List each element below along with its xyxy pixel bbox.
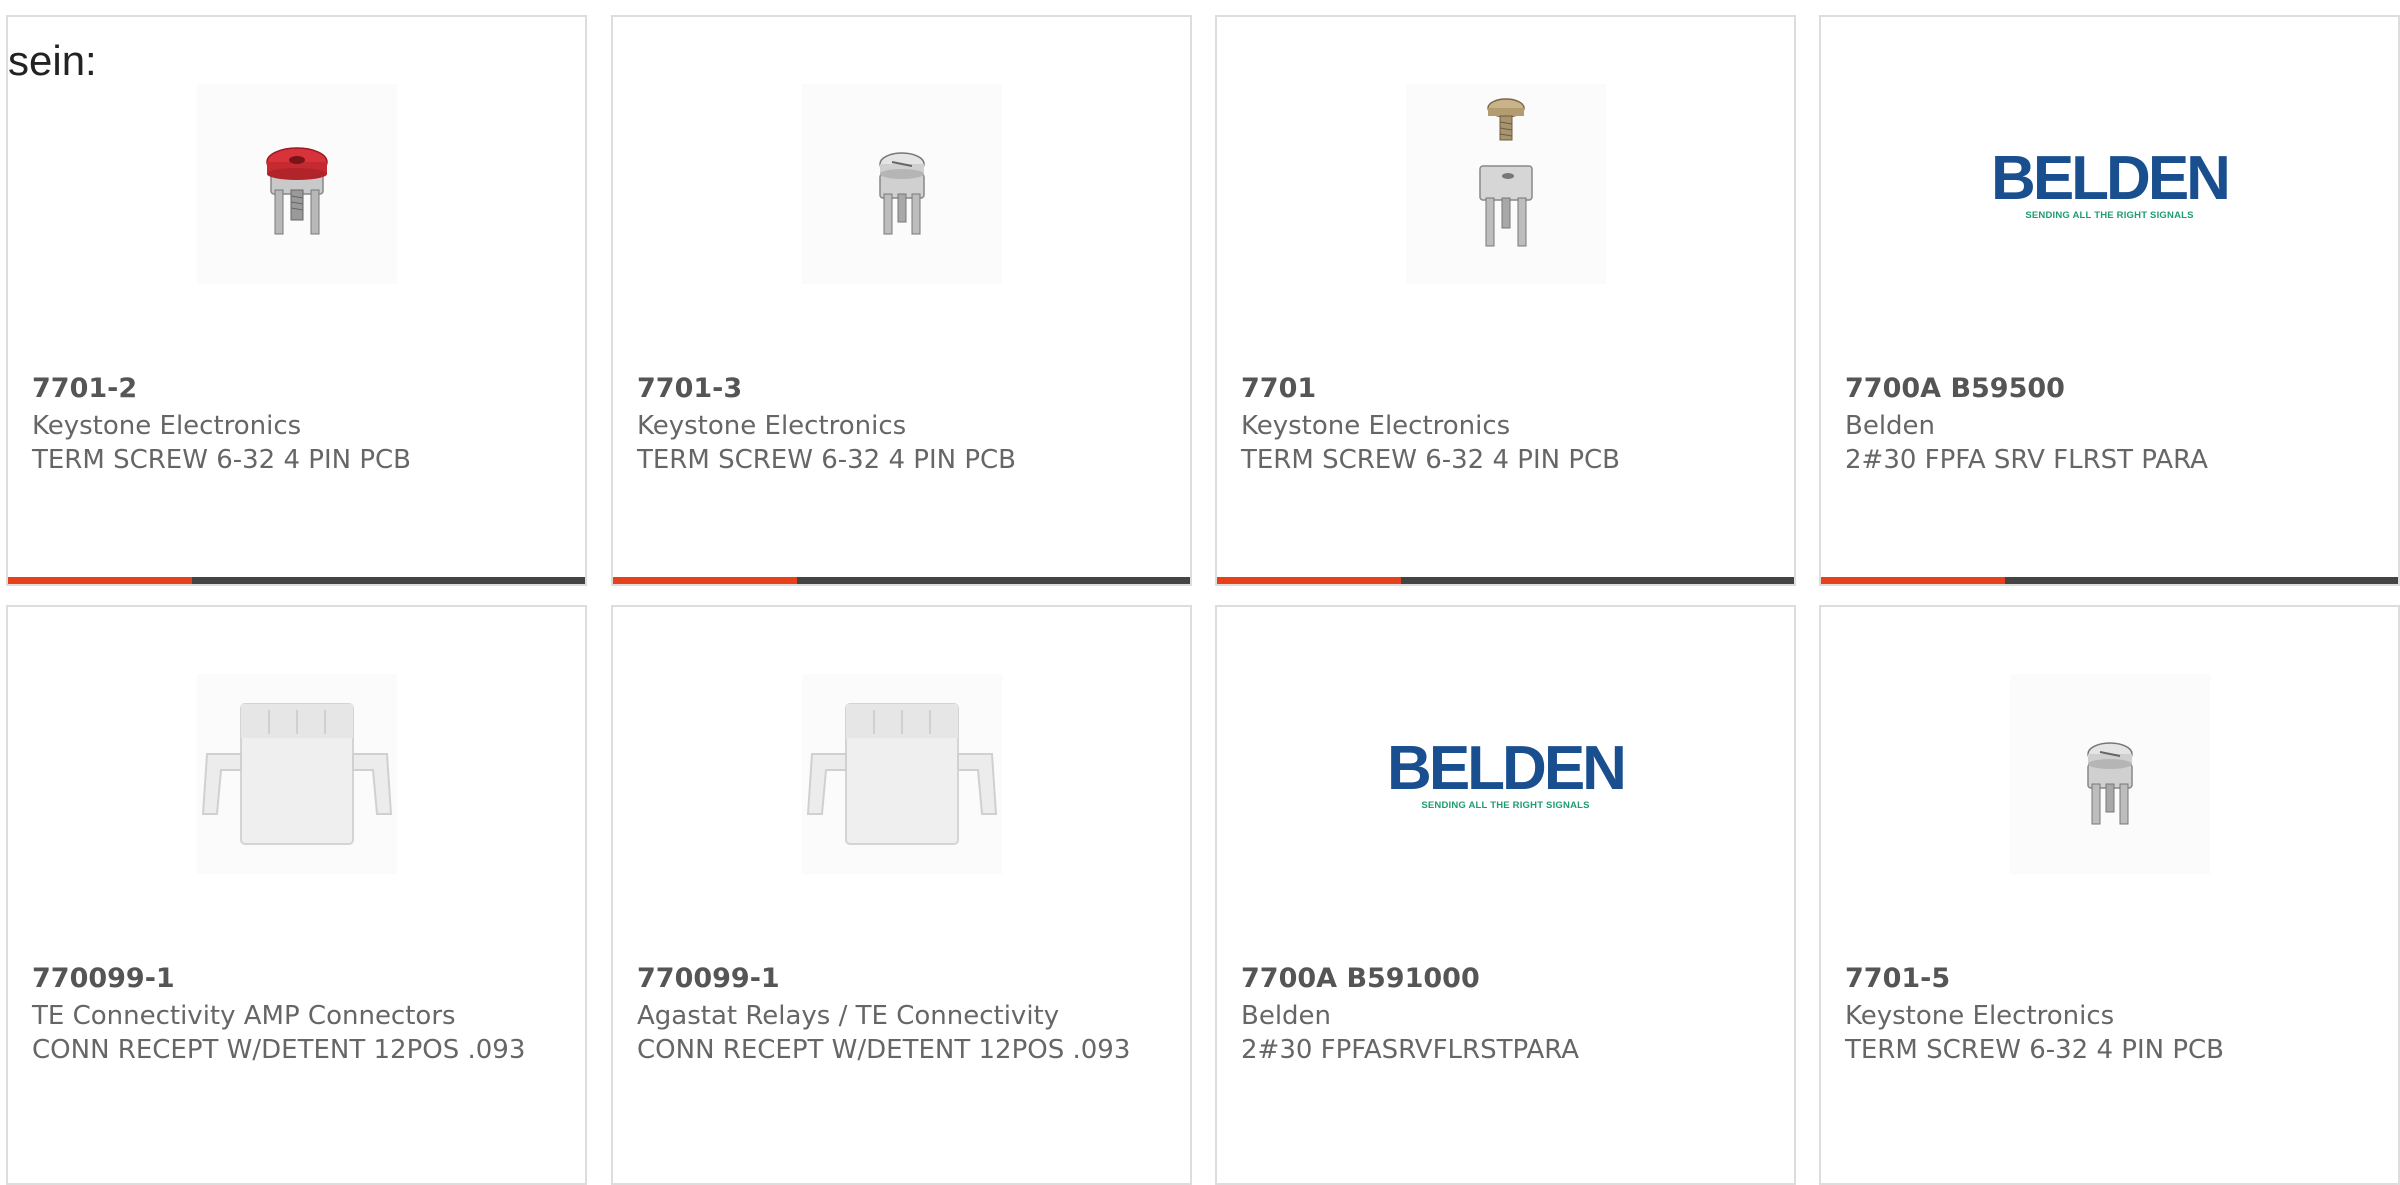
screw-terminal-icon [2009,674,2210,874]
manufacturer: Belden [1845,411,1936,441]
product-card[interactable]: 770099-1 TE Connectivity AMP Connectors … [6,605,587,1185]
product-card[interactable]: BELDEN SENDING ALL THE RIGHT SIGNALS 770… [1819,15,2400,586]
screw-terminal-icon [801,84,1002,284]
part-number[interactable]: 7701-5 [1845,963,1950,994]
description: CONN RECEPT W/DETENT 12POS .093 [637,1035,1131,1065]
product-card[interactable]: BELDEN SENDING ALL THE RIGHT SIGNALS 770… [1215,605,1796,1185]
description: 2#30 FPFASRVFLRSTPARA [1241,1035,1580,1065]
part-number[interactable]: 7701-3 [637,373,742,404]
part-number[interactable]: 7701 [1241,373,1316,404]
description: TERM SCREW 6-32 4 PIN PCB [1241,445,1621,475]
manufacturer: TE Connectivity AMP Connectors [32,1001,456,1031]
part-number[interactable]: 770099-1 [637,963,780,994]
product-card[interactable]: 7701-5 Keystone Electronics TERM SCREW 6… [1819,605,2400,1185]
connector-housing-icon [196,674,397,874]
card-accent-bar [1821,577,2398,584]
product-card[interactable]: 770099-1 Agastat Relays / TE Connectivit… [611,605,1192,1185]
card-accent-bar [8,577,585,584]
manufacturer: Keystone Electronics [32,411,302,441]
product-card[interactable]: 7701-2 Keystone Electronics TERM SCREW 6… [6,15,587,586]
connector-housing-icon [801,674,1002,874]
description: TERM SCREW 6-32 4 PIN PCB [32,445,412,475]
manufacturer: Keystone Electronics [1845,1001,2115,1031]
description: TERM SCREW 6-32 4 PIN PCB [1845,1035,2225,1065]
part-number[interactable]: 7701-2 [32,373,137,404]
manufacturer: Keystone Electronics [637,411,907,441]
product-card[interactable]: 7701 Keystone Electronics TERM SCREW 6-3… [1215,15,1796,586]
description: TERM SCREW 6-32 4 PIN PCB [637,445,1017,475]
card-accent-bar [613,577,1190,584]
belden-logo: BELDEN SENDING ALL THE RIGHT SIGNALS [1387,674,1627,874]
manufacturer: Belden [1241,1001,1332,1031]
manufacturer: Agastat Relays / TE Connectivity [637,1001,1060,1031]
belden-logo: BELDEN SENDING ALL THE RIGHT SIGNALS [1991,84,2231,284]
part-number[interactable]: 770099-1 [32,963,175,994]
screw-terminal-separated-icon [1405,84,1606,284]
product-card[interactable]: 7701-3 Keystone Electronics TERM SCREW 6… [611,15,1192,586]
manufacturer: Keystone Electronics [1241,411,1511,441]
description: 2#30 FPFA SRV FLRST PARA [1845,445,2208,475]
description: CONN RECEPT W/DETENT 12POS .093 [32,1035,526,1065]
intro-text: sein: [8,37,97,84]
part-number[interactable]: 7700A B591000 [1241,963,1480,994]
card-accent-bar [1217,577,1794,584]
part-number[interactable]: 7700A B59500 [1845,373,2065,404]
screw-terminal-red-icon [196,84,397,284]
